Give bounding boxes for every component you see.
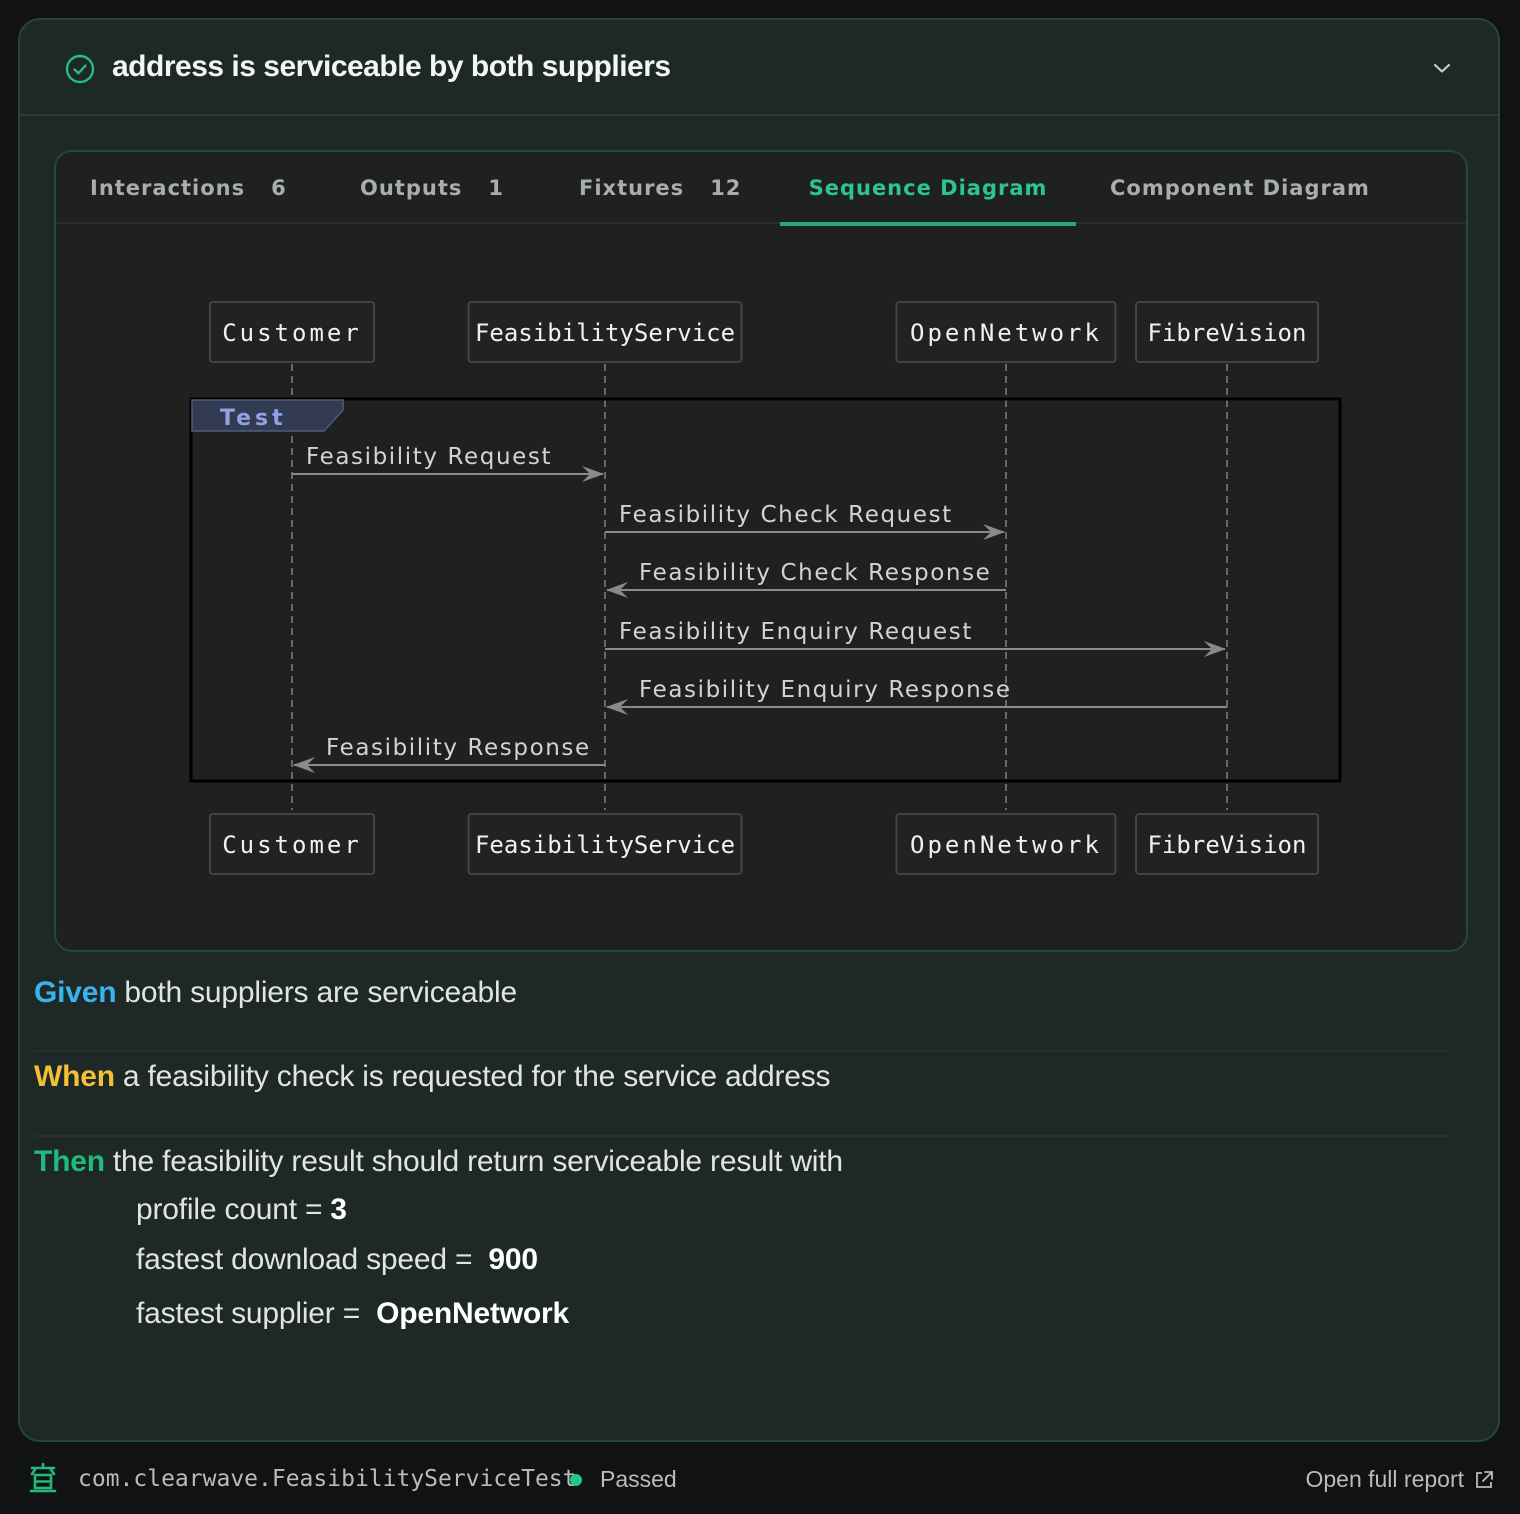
status-dot	[570, 1474, 582, 1486]
test-class-name: com.clearwave.FeasibilityServiceTest	[78, 1466, 577, 1492]
message-4: Feasibility Enquiry Request	[605, 619, 1226, 657]
participant-customer-top: Customer	[209, 301, 375, 363]
scenario-steps: Given both suppliers are serviceable When…	[34, 968, 1448, 1331]
participant-feasibilityservice-top: FeasibilityService	[467, 301, 743, 363]
participant-label: FibreVision	[1148, 319, 1307, 347]
keyword-given: Given	[34, 976, 117, 1009]
step-text: the feasibility result should return ser…	[112, 1145, 843, 1178]
participant-label: FibreVision	[1148, 831, 1307, 859]
step-text: a feasibility check is requested for the…	[122, 1060, 831, 1093]
keyword-when: When	[34, 1060, 115, 1093]
step-text: both suppliers are serviceable	[124, 976, 517, 1009]
scenario-header[interactable]: address is serviceable by both suppliers	[20, 20, 1498, 116]
open-report-label: Open full report	[1305, 1466, 1464, 1492]
chevron-down-icon[interactable]	[1430, 56, 1454, 80]
step-given: Given both suppliers are serviceable	[34, 968, 1448, 1052]
participant-label: FeasibilityService	[475, 831, 735, 859]
param-fastest-supplier: fastest supplier = OpenNetwork	[136, 1297, 1448, 1331]
scenario-title: address is serviceable by both suppliers	[112, 50, 671, 83]
external-link-icon	[1476, 1470, 1493, 1488]
participant-customer-bottom: Customer	[209, 813, 375, 875]
participant-opennetwork-bottom: OpenNetwork	[895, 813, 1117, 875]
param-profile-count: profile count = 3	[136, 1193, 1448, 1227]
param-value: OpenNetwork	[376, 1297, 570, 1330]
check-circle-icon	[65, 54, 95, 84]
frame-label: Test	[220, 406, 287, 431]
participant-opennetwork-top: OpenNetwork	[895, 301, 1117, 363]
message-3: Feasibility Check Response	[606, 560, 1006, 598]
details-panel: Interactions 6 Outputs 1 Fixtures 12 Seq…	[54, 150, 1468, 952]
footer-bar: com.clearwave.FeasibilityServiceTest Pas…	[0, 1452, 1520, 1508]
participant-label: Customer	[222, 831, 362, 859]
message-label: Feasibility Check Request	[619, 502, 953, 528]
participant-fibrevision-bottom: FibreVision	[1135, 813, 1319, 875]
participant-fibrevision-top: FibreVision	[1135, 301, 1319, 363]
message-6: Feasibility Response	[293, 735, 605, 773]
participant-feasibilityservice-bottom: FeasibilityService	[467, 813, 743, 875]
param-label: profile count =	[136, 1193, 323, 1226]
message-2: Feasibility Check Request	[605, 502, 1005, 540]
param-label: fastest download speed =	[136, 1243, 481, 1276]
participant-label: OpenNetwork	[910, 319, 1102, 347]
message-label: Feasibility Enquiry Request	[619, 619, 973, 645]
param-value: 3	[330, 1193, 347, 1226]
open-full-report-link[interactable]: Open full report	[1305, 1466, 1494, 1493]
message-label: Feasibility Enquiry Response	[639, 677, 1012, 703]
step-then: Then the feasibility result should return…	[34, 1137, 1448, 1331]
param-fastest-download-speed: fastest download speed = 900	[136, 1243, 1448, 1277]
participant-label: OpenNetwork	[910, 831, 1102, 859]
message-5: Feasibility Enquiry Response	[606, 677, 1227, 715]
message-label: Feasibility Request	[306, 444, 552, 470]
param-label: fastest supplier =	[136, 1297, 369, 1330]
test-suite-icon	[29, 1462, 57, 1493]
keyword-then: Then	[34, 1145, 105, 1178]
participant-label: FeasibilityService	[475, 319, 735, 347]
message-label: Feasibility Check Response	[639, 560, 991, 586]
status-text: Passed	[600, 1466, 677, 1492]
message-label: Feasibility Response	[326, 735, 591, 761]
participant-label: Customer	[222, 319, 362, 347]
message-1: Feasibility Request	[292, 444, 604, 482]
step-when: When a feasibility check is requested for…	[34, 1052, 1448, 1137]
param-value: 900	[488, 1243, 538, 1276]
sequence-diagram: Test Customer FeasibilityService OpenNetwor…	[189, 301, 1342, 875]
